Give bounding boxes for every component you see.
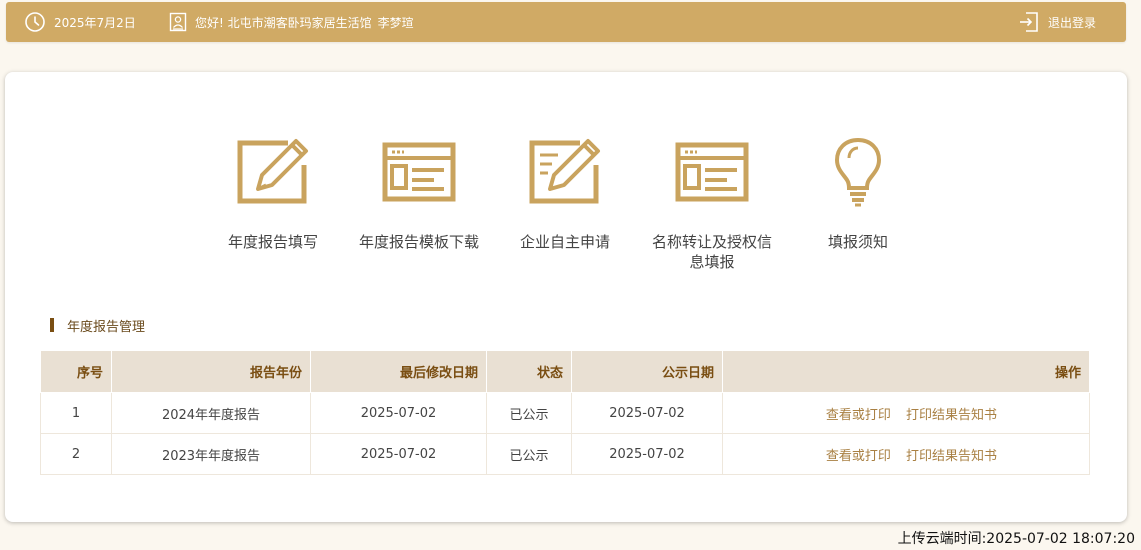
date-display: 2025年7月2日 [24,2,136,42]
main-card: 年度报告填写 年度报告模板下载 企业自主申请 名称转让及授权信息填报 填报须知 … [5,72,1127,522]
menu-template-download[interactable]: 年度报告模板下载 [344,138,494,252]
current-date: 2025年7月2日 [54,15,136,30]
cell-modified-date: 2025-07-02 [310,392,487,434]
annual-report-table: 序号 报告年份 最后修改日期 状态 公示日期 操作 1 2024年年度报告 20… [40,350,1090,475]
cell-index: 1 [40,392,112,434]
user-greeting: 您好! 北屯市潮客卧玛家居生活馆 李梦瑄 [169,2,414,42]
lightbulb-icon [833,136,883,212]
cell-actions: 查看或打印 打印结果告知书 [722,392,1090,434]
menu-name-transfer[interactable]: 名称转让及授权信息填报 [637,138,787,272]
menu-self-application[interactable]: 企业自主申请 [490,138,640,252]
cell-published-date: 2025-07-02 [571,392,723,434]
cell-report-year: 2024年年度报告 [111,392,311,434]
section-title-bar [50,318,54,332]
logout-icon [1018,11,1040,33]
user-badge-icon [169,12,187,32]
cell-report-year: 2023年年度报告 [111,433,311,475]
print-notice-link[interactable]: 打印结果告知书 [906,449,997,464]
cell-actions: 查看或打印 打印结果告知书 [722,433,1090,475]
print-notice-link[interactable]: 打印结果告知书 [906,408,997,423]
view-print-link[interactable]: 查看或打印 [826,449,891,464]
header-report-year: 报告年份 [111,350,311,393]
application-document-icon [528,137,602,211]
menu-filing-notice[interactable]: 填报须知 [783,136,933,252]
cell-modified-date: 2025-07-02 [310,433,487,475]
menu-annual-report-fill[interactable]: 年度报告填写 [198,138,348,252]
header-status: 状态 [486,350,572,393]
clock-icon [24,11,46,33]
table-header-row: 序号 报告年份 最后修改日期 状态 公示日期 操作 [40,350,1090,393]
cell-status: 已公示 [486,433,572,475]
menu-label: 企业自主申请 [519,233,610,251]
top-header-bar: 2025年7月2日 您好! 北屯市潮客卧玛家居生活馆 李梦瑄 退出登录 [6,2,1126,42]
menu-label: 填报须知 [827,233,888,251]
cell-index: 2 [40,433,112,475]
view-print-link[interactable]: 查看或打印 [826,408,891,423]
template-window-icon [382,142,456,206]
section-title-text: 年度报告管理 [67,319,146,335]
user-name: 李梦瑄 [377,15,414,30]
table-row: 1 2024年年度报告 2025-07-02 已公示 2025-07-02 查看… [40,392,1090,434]
header-published-date: 公示日期 [571,350,723,393]
cell-status: 已公示 [486,392,572,434]
header-actions: 操作 [722,350,1090,393]
table-row: 2 2023年年度报告 2025-07-02 已公示 2025-07-02 查看… [40,433,1090,475]
cell-published-date: 2025-07-02 [571,433,723,475]
menu-label: 年度报告模板下载 [358,233,479,251]
header-index: 序号 [40,350,112,393]
logout-button[interactable]: 退出登录 [1018,2,1096,42]
menu-label: 年度报告填写 [227,233,318,251]
form-window-icon [675,142,749,206]
header-modified-date: 最后修改日期 [310,350,487,393]
menu-label: 名称转让及授权信息填报 [651,233,772,271]
upload-time: 上传云端时间:2025-07-02 18:07:20 [897,531,1135,547]
greeting-text: 您好! 北屯市潮客卧玛家居生活馆 [195,15,372,30]
edit-document-icon [236,137,310,211]
section-title: 年度报告管理 [50,317,146,335]
logout-label: 退出登录 [1047,15,1096,30]
